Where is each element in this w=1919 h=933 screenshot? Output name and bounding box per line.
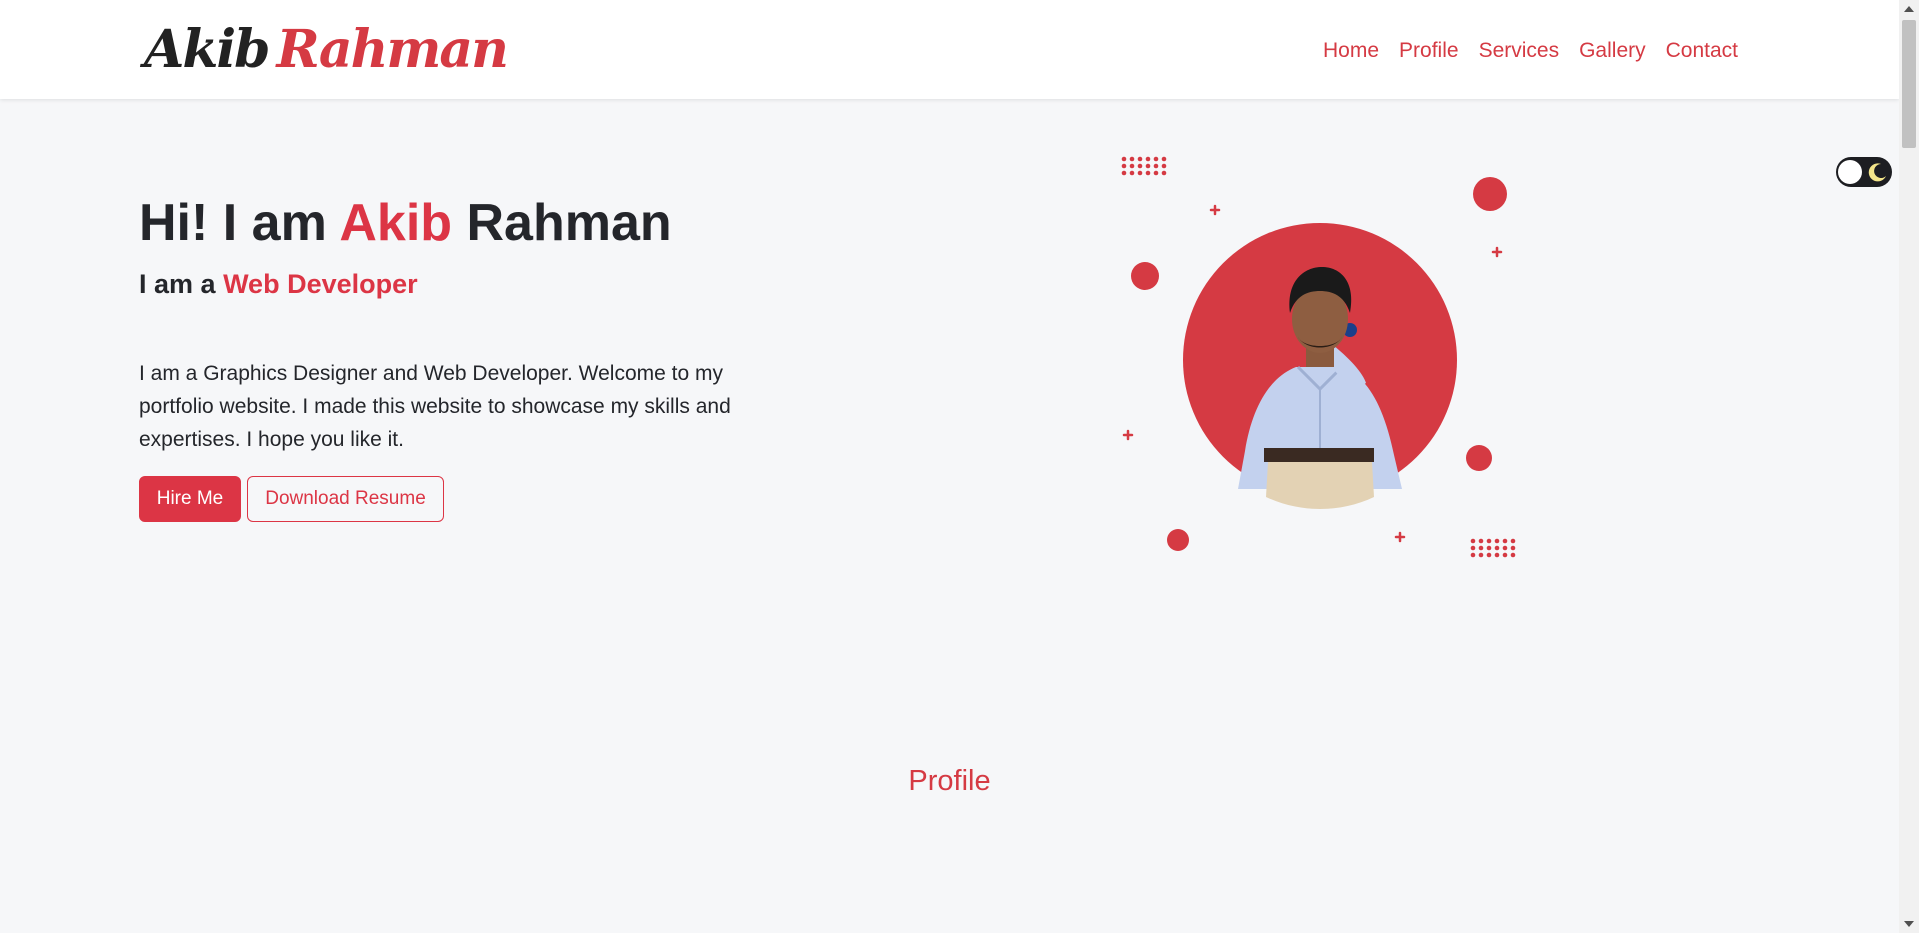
download-resume-button[interactable]: Download Resume xyxy=(247,476,444,522)
hero-subtitle-prefix: I am a xyxy=(139,269,216,299)
hero-description: I am a Graphics Designer and Web Develop… xyxy=(139,362,731,451)
scroll-up-icon[interactable] xyxy=(1904,6,1914,12)
hero-title-prefix: Hi! I am xyxy=(139,194,327,252)
hero-title: Hi! I am Akib Rahman xyxy=(139,190,672,256)
hero-title-accent: Akib xyxy=(339,194,453,252)
moon-icon xyxy=(1868,163,1886,182)
hero-subtitle-accent: Web Developer xyxy=(223,269,418,299)
hero-subtitle: I am a Web Developer xyxy=(139,266,418,302)
navbar: Akib Rahman Home Profile Services Gallery… xyxy=(0,0,1899,99)
brand-first-name: Akib xyxy=(144,19,270,80)
theme-toggle[interactable] xyxy=(1836,157,1892,187)
main-nav: Home Profile Services Gallery Contact xyxy=(1323,38,1738,64)
decor-dot xyxy=(1473,177,1507,211)
hero-illustration xyxy=(1121,156,1516,558)
nav-link-gallery[interactable]: Gallery xyxy=(1579,38,1646,64)
profile-section-title: Profile xyxy=(908,765,991,797)
dot-grid-top-left xyxy=(1121,156,1167,176)
decor-dot xyxy=(1466,445,1492,471)
nav-link-services[interactable]: Services xyxy=(1479,38,1560,64)
page-scrollbar[interactable] xyxy=(1899,0,1919,933)
nav-link-home[interactable]: Home xyxy=(1323,38,1379,64)
scrollbar-thumb[interactable] xyxy=(1902,20,1916,148)
decor-dot xyxy=(1167,529,1189,551)
nav-link-contact[interactable]: Contact xyxy=(1666,38,1738,64)
scroll-down-icon[interactable] xyxy=(1904,921,1914,927)
decor-dot xyxy=(1131,262,1159,290)
hero-title-suffix: Rahman xyxy=(466,194,672,252)
circle-icon xyxy=(1838,160,1862,184)
brand-last-name: Rahman xyxy=(276,19,509,80)
nav-link-profile[interactable]: Profile xyxy=(1399,38,1459,64)
hire-me-button[interactable]: Hire Me xyxy=(139,476,241,522)
dot-grid-bottom-right xyxy=(1470,538,1516,558)
brand-logo[interactable]: Akib Rahman xyxy=(144,18,509,82)
